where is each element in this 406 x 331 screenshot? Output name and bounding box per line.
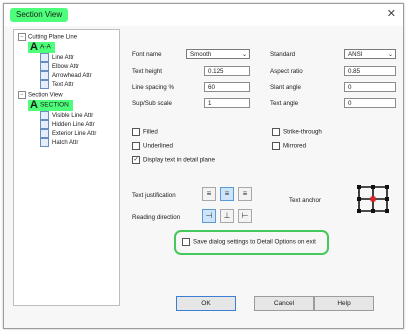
underlined-label: Underlined bbox=[143, 142, 173, 150]
direction-horizontal-button[interactable]: ⊣ bbox=[202, 209, 216, 223]
cancel-button[interactable]: Cancel bbox=[254, 296, 314, 311]
text-height-label: Text height bbox=[132, 68, 162, 75]
text-anchor-label: Text anchor bbox=[289, 197, 321, 204]
tree-item[interactable]: A A-A bbox=[28, 42, 55, 53]
sup-sub-scale-label: Sup/Sub scale bbox=[132, 100, 172, 107]
direction-vertical-button[interactable]: ⊥ bbox=[220, 209, 234, 223]
title-bar: Section View ✕ bbox=[4, 4, 403, 26]
tree-item[interactable]: Hatch Attr bbox=[40, 138, 78, 147]
ok-button[interactable]: OK bbox=[176, 296, 236, 311]
chevron-down-icon: ⌄ bbox=[387, 52, 393, 58]
text-a-icon: A bbox=[30, 41, 38, 53]
tree-item-label: Visible Line Attr bbox=[52, 113, 94, 120]
chevron-down-icon: ⌄ bbox=[241, 52, 247, 58]
tree-item[interactable]: Text Attr bbox=[40, 80, 74, 89]
direction-reverse-button[interactable]: ⊢ bbox=[238, 209, 252, 223]
font-name-value: Smooth bbox=[190, 51, 212, 58]
slant-angle-input[interactable]: 0 bbox=[344, 82, 396, 92]
line-spacing-label: Line spacing % bbox=[132, 84, 174, 91]
tree-item[interactable]: Visible Line Attr bbox=[40, 111, 93, 120]
text-height-value: 0.125 bbox=[208, 68, 224, 75]
attribute-icon bbox=[40, 62, 49, 71]
save-settings-checkbox[interactable]: Save dialog settings to Detail Options o… bbox=[182, 238, 316, 247]
tree-item-label: Line Attr bbox=[52, 55, 75, 62]
text-height-input[interactable]: 0.125 bbox=[204, 66, 250, 76]
sup-sub-scale-input[interactable]: 1 bbox=[204, 98, 250, 108]
strike-through-label: Strike-through bbox=[283, 128, 322, 136]
tree-item-label: Section View bbox=[28, 92, 63, 99]
checkbox-box bbox=[132, 128, 140, 136]
section-view-dialog: Section View ✕ − Cutting Plane Line A A-A Li… bbox=[3, 3, 404, 329]
tree-item[interactable]: A SECTION bbox=[28, 100, 73, 111]
font-name-select[interactable]: Smooth ⌄ bbox=[186, 49, 250, 59]
save-settings-label: Save dialog settings to Detail Options o… bbox=[193, 238, 316, 246]
strike-through-checkbox[interactable]: Strike-through bbox=[272, 128, 322, 137]
tree-item-label: Cutting Plane Line bbox=[28, 34, 78, 41]
text-angle-value: 0 bbox=[348, 100, 352, 107]
tree-item-label: Arrowhead Attr bbox=[52, 73, 92, 80]
slant-angle-value: 0 bbox=[348, 84, 352, 91]
text-justification-label: Text justification bbox=[132, 192, 176, 199]
tree-item-label: A-A bbox=[39, 43, 51, 51]
reading-direction-label: Reading direction bbox=[132, 214, 181, 221]
align-center-button[interactable]: ≡ bbox=[220, 187, 234, 201]
tree-item[interactable]: Line Attr bbox=[40, 53, 74, 62]
attribute-icon bbox=[40, 53, 49, 62]
attribute-icon bbox=[40, 80, 49, 89]
tree-item-label: Elbow Attr bbox=[52, 64, 80, 71]
standard-select[interactable]: ANSI ⌄ bbox=[344, 49, 396, 59]
tree-panel: − Cutting Plane Line A A-A Line Attr Elbow At… bbox=[13, 29, 120, 306]
standard-label: Standard bbox=[270, 51, 296, 58]
display-text-plane-label: Display text in detail plane bbox=[143, 156, 215, 164]
mirrored-label: Mirrored bbox=[283, 142, 307, 150]
attribute-icon bbox=[40, 138, 49, 147]
text-anchor-grid[interactable] bbox=[355, 183, 391, 215]
aspect-ratio-input[interactable]: 0.85 bbox=[344, 66, 396, 76]
tree-item[interactable]: Exterior Line Attr bbox=[40, 129, 96, 138]
aspect-ratio-label: Aspect ratio bbox=[270, 68, 303, 75]
tree-item-label: Hatch Attr bbox=[52, 140, 79, 147]
tree-item-label: Text Attr bbox=[52, 82, 74, 89]
tree-item[interactable]: Arrowhead Attr bbox=[40, 71, 92, 80]
attribute-icon bbox=[40, 71, 49, 80]
text-angle-label: Text angle bbox=[270, 100, 299, 107]
tree-item[interactable]: − Section View bbox=[18, 91, 63, 100]
mirrored-checkbox[interactable]: Mirrored bbox=[272, 142, 306, 151]
line-spacing-value: 60 bbox=[208, 84, 215, 91]
tree-item[interactable]: Elbow Attr bbox=[40, 62, 79, 71]
display-text-plane-checkbox[interactable]: ✓ Display text in detail plane bbox=[132, 156, 215, 165]
checkbox-box bbox=[272, 128, 280, 136]
attribute-icon bbox=[40, 111, 49, 120]
collapse-icon[interactable]: − bbox=[18, 91, 26, 99]
align-left-button[interactable]: ≡ bbox=[202, 187, 216, 201]
window-title: Section View bbox=[10, 8, 69, 22]
tree-item-label: Exterior Line Attr bbox=[52, 131, 97, 138]
check-icon: ✓ bbox=[132, 156, 140, 164]
attribute-icon bbox=[40, 120, 49, 129]
underlined-checkbox[interactable]: Underlined bbox=[132, 142, 173, 151]
text-a-icon: A bbox=[30, 99, 38, 111]
filled-label: Filled bbox=[143, 128, 158, 136]
standard-value: ANSI bbox=[348, 51, 363, 58]
tree-item-label: SECTION bbox=[39, 101, 69, 109]
collapse-icon[interactable]: − bbox=[18, 33, 26, 41]
font-name-label: Font name bbox=[132, 51, 162, 58]
tree-item[interactable]: − Cutting Plane Line bbox=[18, 33, 77, 42]
tree-item[interactable]: Hidden Line Attr bbox=[40, 120, 95, 129]
checkbox-box bbox=[182, 238, 190, 246]
filled-checkbox[interactable]: Filled bbox=[132, 128, 158, 137]
text-angle-input[interactable]: 0 bbox=[344, 98, 396, 108]
aspect-ratio-value: 0.85 bbox=[348, 68, 361, 75]
slant-angle-label: Slant angle bbox=[270, 84, 301, 91]
help-button[interactable]: Help bbox=[314, 296, 374, 311]
checkbox-box bbox=[132, 142, 140, 150]
close-icon[interactable]: ✕ bbox=[387, 7, 396, 20]
attribute-icon bbox=[40, 129, 49, 138]
align-right-button[interactable]: ≡ bbox=[238, 187, 252, 201]
checkbox-box bbox=[272, 142, 280, 150]
tree-item-label: Hidden Line Attr bbox=[52, 122, 95, 129]
line-spacing-input[interactable]: 60 bbox=[204, 82, 250, 92]
sup-sub-scale-value: 1 bbox=[208, 100, 212, 107]
